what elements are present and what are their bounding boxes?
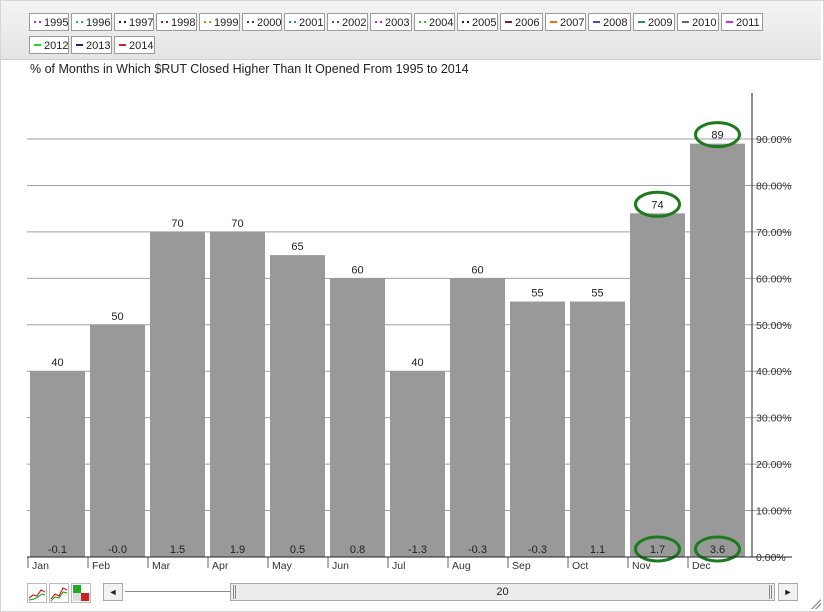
value-label: 60 <box>471 264 483 276</box>
bottom-value-label: 1.7 <box>650 544 665 556</box>
x-tick-label: Apr <box>212 560 229 572</box>
bottom-value-label: -0.3 <box>468 544 487 556</box>
value-label: 40 <box>411 357 423 369</box>
x-tick-label: Nov <box>632 560 651 572</box>
bar-apr <box>210 231 265 557</box>
x-tick-label: Jan <box>32 560 49 572</box>
bar-jun <box>330 278 385 557</box>
x-tick-label: Sep <box>512 560 531 572</box>
bar-mar <box>150 231 205 557</box>
bottom-value-label: 1.9 <box>230 544 245 556</box>
value-label: 55 <box>591 288 603 300</box>
bar-jan <box>30 371 85 557</box>
y-tick-label: 30.00% <box>756 413 792 425</box>
y-tick-label: 0.00% <box>756 552 786 564</box>
y-tick-label: 80.00% <box>756 180 792 192</box>
value-label: 40 <box>51 357 63 369</box>
x-tick-label: Feb <box>92 560 110 572</box>
scroll-left-button[interactable]: ◄ <box>103 583 123 601</box>
y-tick-label: 60.00% <box>756 273 792 285</box>
x-tick-label: Mar <box>152 560 171 572</box>
x-tick-label: Oct <box>572 560 588 572</box>
bar-feb <box>90 324 145 557</box>
value-label: 65 <box>291 241 303 253</box>
bar-chart-icon[interactable] <box>71 583 91 603</box>
bar-chart: 0.00% 10.00% 20.00% 30.00% 40.00% 50.00% 60.00… <box>27 93 792 572</box>
scroll-right-button[interactable]: ► <box>778 583 798 601</box>
x-tick-label: Aug <box>452 560 471 572</box>
bottom-value-label: 0.8 <box>350 544 365 556</box>
resize-grip-icon[interactable] <box>811 599 821 609</box>
y-tick-label: 90.00% <box>756 134 792 146</box>
y-tick-label: 20.00% <box>756 459 792 471</box>
multi-line-icon[interactable] <box>49 583 69 603</box>
bottom-value-label: 3.6 <box>710 544 725 556</box>
x-tick-label: Jun <box>332 560 349 572</box>
y-tick-label: 10.00% <box>756 506 792 518</box>
bottom-value-label: -1.3 <box>408 544 427 556</box>
bottom-toolbar: ◄ 20 ► <box>1 579 821 609</box>
bar-sep <box>510 301 565 557</box>
bar-jul <box>390 371 445 557</box>
chart-window: 1995 1996 1997 1998 1999 2000 2001 2002 2003 2004… <box>0 0 824 612</box>
bar-dec <box>690 143 745 557</box>
scroll-thumb[interactable]: 20 <box>230 583 775 601</box>
bar-oct <box>570 301 625 557</box>
value-label: 50 <box>111 311 123 323</box>
value-label: 74 <box>651 199 663 211</box>
y-tick-label: 50.00% <box>756 320 792 332</box>
value-label: 60 <box>351 264 363 276</box>
value-label: 89 <box>711 130 723 142</box>
bottom-value-label: 1.1 <box>590 544 605 556</box>
value-label: 55 <box>531 288 543 300</box>
value-label: 70 <box>171 218 183 230</box>
bottom-value-label: -0.1 <box>48 544 67 556</box>
line-chart-icon[interactable] <box>27 583 47 603</box>
bottom-value-label: -0.0 <box>108 544 127 556</box>
bar-nov <box>630 213 685 558</box>
bar-aug <box>450 278 505 557</box>
y-tick-label: 40.00% <box>756 366 792 378</box>
bottom-value-label: -0.3 <box>528 544 547 556</box>
bottom-value-label: 1.5 <box>170 544 185 556</box>
x-tick-label: May <box>272 560 293 572</box>
y-tick-label: 70.00% <box>756 227 792 239</box>
value-label: 70 <box>231 218 243 230</box>
bottom-value-label: 0.5 <box>290 544 305 556</box>
scroll-track[interactable] <box>125 591 231 592</box>
bar-may <box>270 255 325 557</box>
x-tick-label: Dec <box>692 560 711 572</box>
x-tick-label: Jul <box>392 560 405 572</box>
